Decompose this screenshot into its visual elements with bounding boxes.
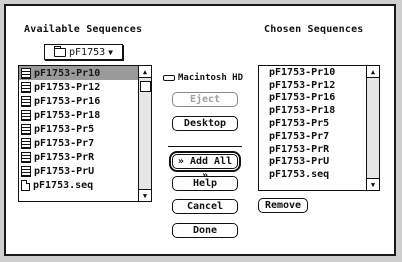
list-item[interactable]: pF1753.seq xyxy=(267,168,379,181)
scroll-down-arrow-icon[interactable]: ▼ xyxy=(367,178,379,190)
list-item[interactable]: pF1753-Pr5 xyxy=(19,122,151,136)
chosen-scrollbar[interactable]: ▲ ▼ xyxy=(366,66,379,190)
list-item-label: pF1753-Pr5 xyxy=(269,118,330,130)
sequence-file-icon xyxy=(21,123,31,135)
list-item[interactable]: pF1753-Pr10 xyxy=(267,66,379,79)
chosen-sequences-title: Chosen Sequences xyxy=(264,24,364,35)
available-sequences-list[interactable]: pF1753-Pr10 pF1753-Pr12 pF1753-Pr16 pF1753-… xyxy=(18,65,152,202)
cancel-button[interactable]: Cancel xyxy=(172,199,238,214)
list-item-label: pF1753.seq xyxy=(33,179,94,191)
list-item-label: pF1753-Pr18 xyxy=(34,109,101,121)
available-scrollbar[interactable]: ▲ ▼ xyxy=(138,66,151,201)
sequence-chooser-dialog: Available Sequences Chosen Sequences pF1… xyxy=(4,4,396,256)
chevron-down-icon: ▼ xyxy=(108,47,113,57)
remove-button[interactable]: Remove xyxy=(258,198,308,213)
list-item[interactable]: pF1753-Pr16 xyxy=(267,92,379,105)
sequence-file-icon xyxy=(21,165,31,177)
list-item[interactable]: pF1753-Pr16 xyxy=(19,94,151,108)
list-item-label: pF1753-Pr16 xyxy=(269,92,336,104)
list-item-label: pF1753-Pr12 xyxy=(269,79,336,91)
folder-popup-label: pF1753 xyxy=(69,46,106,58)
list-item[interactable]: pF1753-PrU xyxy=(19,164,151,178)
list-item[interactable]: pF1753-Pr12 xyxy=(267,79,379,92)
list-item-label: pF1753-Pr16 xyxy=(34,95,101,107)
list-item-label: pF1753-Pr10 xyxy=(34,67,101,79)
sequence-file-icon xyxy=(21,137,31,149)
sequence-file-icon xyxy=(21,151,31,163)
sequence-file-icon xyxy=(21,109,31,121)
list-item[interactable]: pF1753-PrR xyxy=(19,150,151,164)
list-item-label: pF1753-PrU xyxy=(34,165,95,177)
list-item-label: pF1753-Pr5 xyxy=(34,123,95,135)
list-item-label: pF1753.seq xyxy=(269,169,330,181)
list-item[interactable]: pF1753-Pr18 xyxy=(19,108,151,122)
divider xyxy=(168,146,242,147)
list-item[interactable]: pF1753-Pr10 xyxy=(19,66,151,80)
disk-indicator: Macintosh HD xyxy=(163,73,243,83)
scroll-up-arrow-icon[interactable]: ▲ xyxy=(367,66,379,78)
list-item-label: pF1753-PrR xyxy=(34,151,95,163)
list-item-label: pF1753-Pr12 xyxy=(34,81,101,93)
done-button[interactable]: Done xyxy=(172,223,238,238)
folder-popup[interactable]: pF1753 ▼ xyxy=(44,44,123,60)
list-item[interactable]: pF1753-PrR xyxy=(267,143,379,156)
folder-icon xyxy=(54,45,67,57)
list-item[interactable]: pF1753.seq xyxy=(19,178,151,192)
desktop-button[interactable]: Desktop xyxy=(172,116,238,131)
list-item[interactable]: pF1753-Pr7 xyxy=(267,130,379,143)
list-item-label: pF1753-PrR xyxy=(269,143,330,155)
sequence-file-icon xyxy=(21,95,31,107)
disk-label: Macintosh HD xyxy=(178,73,244,83)
list-item[interactable]: pF1753-Pr5 xyxy=(267,117,379,130)
list-item-label: pF1753-Pr7 xyxy=(34,137,95,149)
eject-button[interactable]: Eject xyxy=(172,92,238,107)
list-item[interactable]: pF1753-Pr12 xyxy=(19,80,151,94)
document-icon xyxy=(21,179,30,191)
list-item-label: pF1753-Pr7 xyxy=(269,130,330,142)
list-item-label: pF1753-Pr18 xyxy=(269,105,336,117)
scroll-down-arrow-icon[interactable]: ▼ xyxy=(139,189,151,201)
scroll-up-arrow-icon[interactable]: ▲ xyxy=(139,66,151,78)
list-item[interactable]: pF1753-Pr18 xyxy=(267,104,379,117)
sequence-file-icon xyxy=(21,67,31,79)
list-item[interactable]: pF1753-PrU xyxy=(267,156,379,169)
list-item[interactable]: pF1753-Pr7 xyxy=(19,136,151,150)
scroll-thumb[interactable] xyxy=(140,81,151,92)
chosen-sequences-list[interactable]: pF1753-Pr10 pF1753-Pr12 pF1753-Pr16 pF1753-… xyxy=(258,65,380,191)
available-sequences-title: Available Sequences xyxy=(24,24,143,35)
hard-disk-icon xyxy=(163,75,175,81)
help-button[interactable]: Help xyxy=(172,176,238,191)
list-item-label: pF1753-PrU xyxy=(269,156,330,168)
list-item-label: pF1753-Pr10 xyxy=(269,66,336,78)
add-all-button[interactable]: » Add All » xyxy=(172,154,238,181)
sequence-file-icon xyxy=(21,81,31,93)
